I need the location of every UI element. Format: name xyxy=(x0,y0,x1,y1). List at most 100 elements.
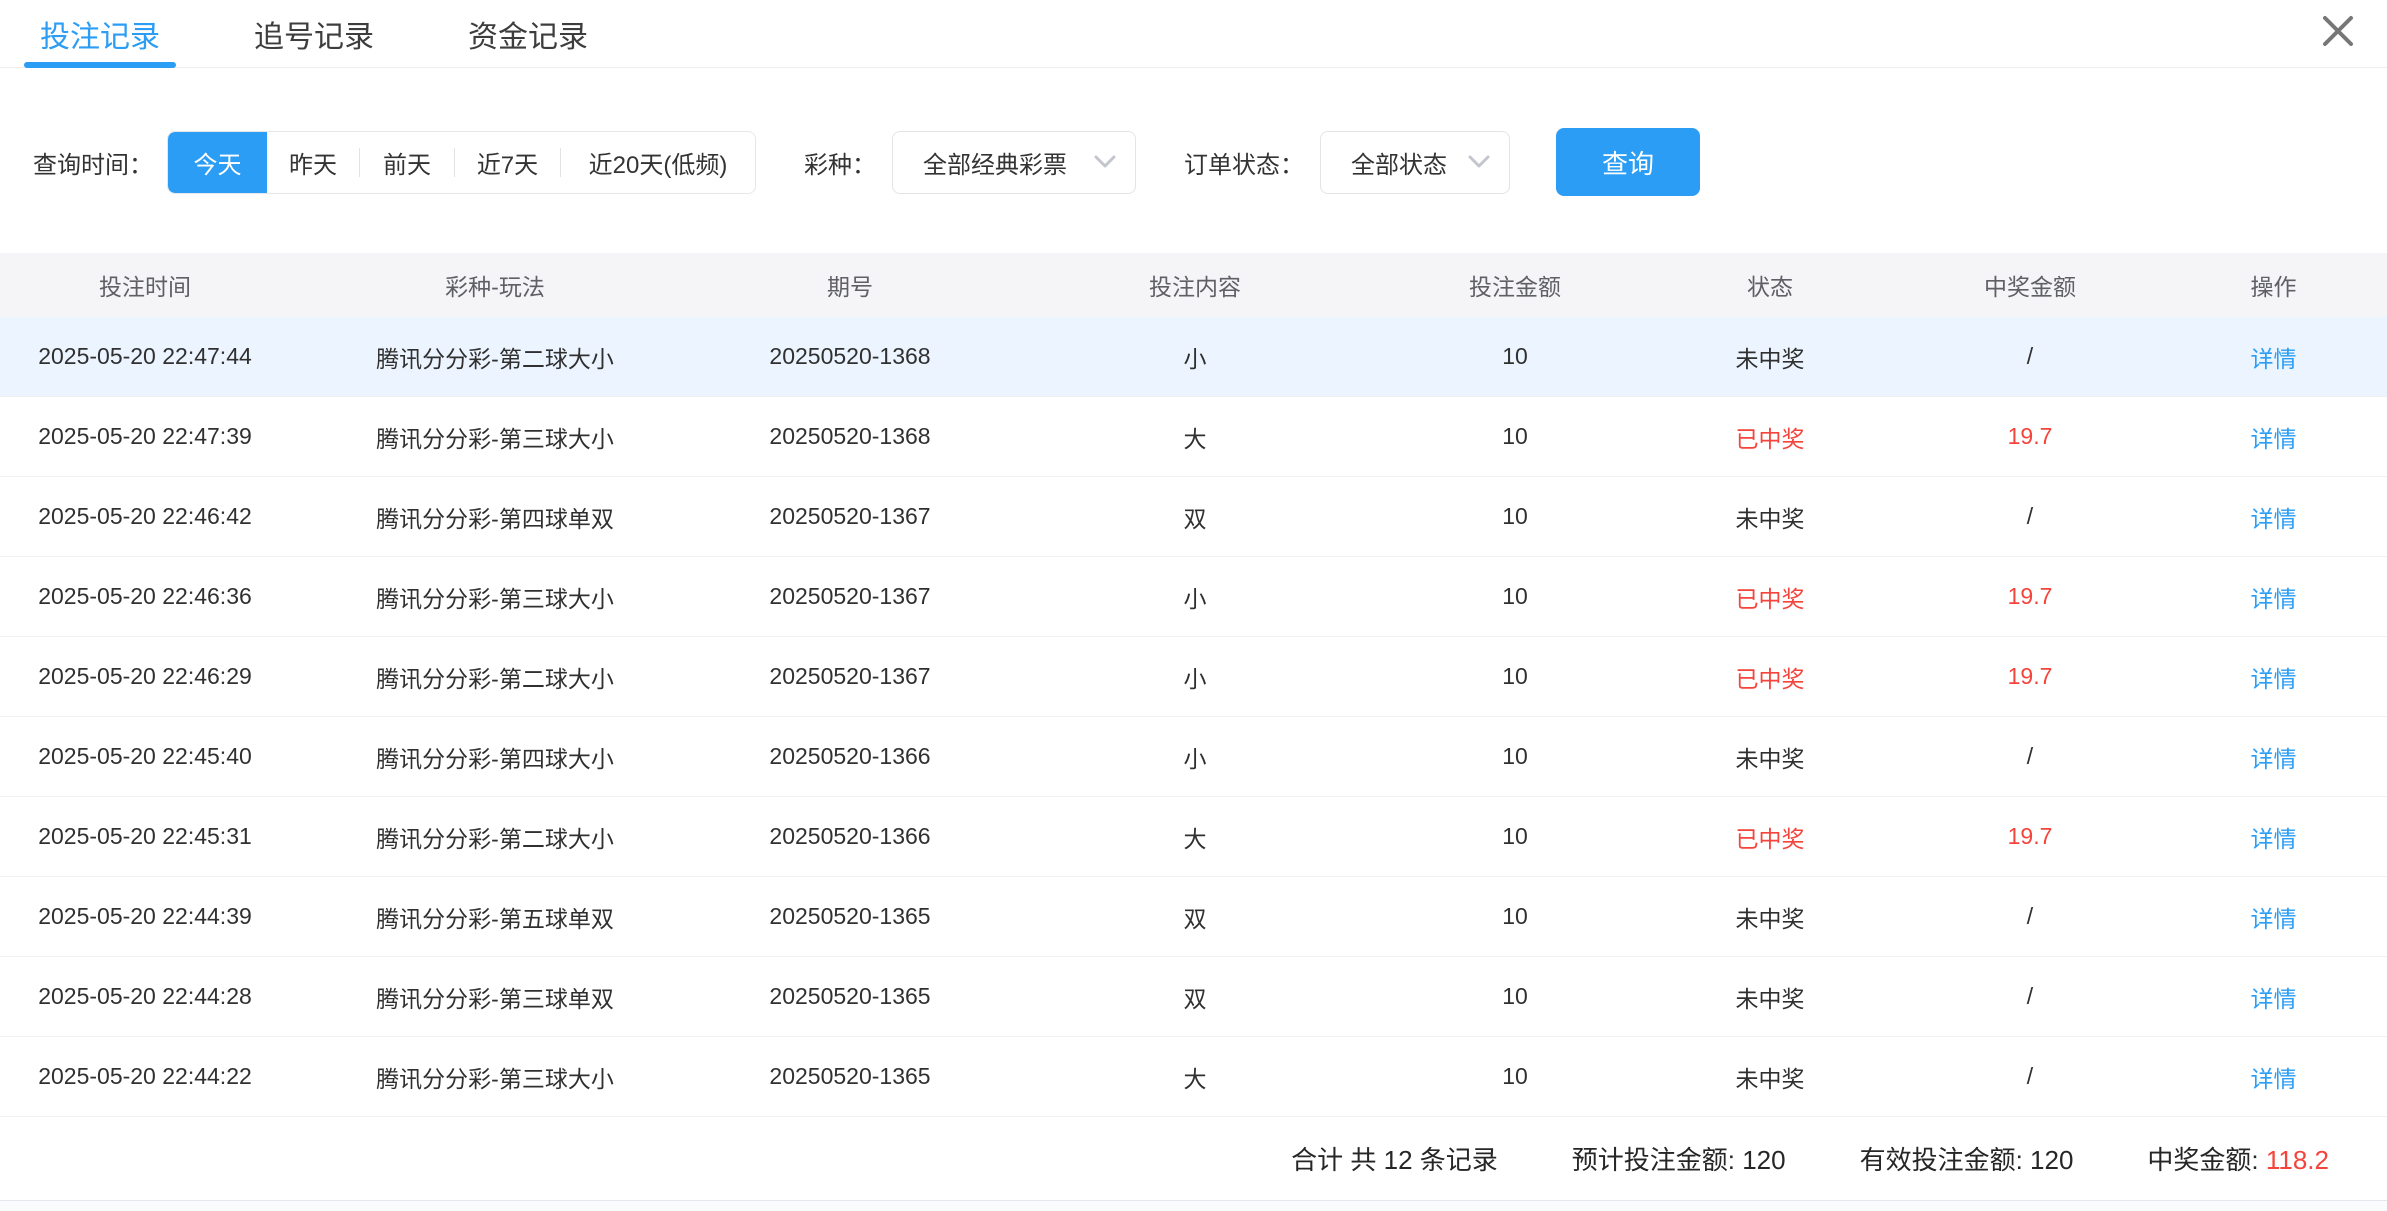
tab-chase-records[interactable]: 追号记录 xyxy=(252,0,376,68)
detail-link[interactable]: 详情 xyxy=(2251,580,2297,614)
active-tab-underline xyxy=(24,62,176,68)
cell-action: 详情 xyxy=(2160,477,2387,556)
cell-prize-amount: / xyxy=(1900,957,2160,1036)
cell-lottery-play: 腾讯分分彩-第二球大小 xyxy=(290,797,700,876)
cell-bet-time: 2025-05-20 22:44:22 xyxy=(0,1037,290,1116)
cell-lottery-play: 腾讯分分彩-第四球单双 xyxy=(290,477,700,556)
detail-link[interactable]: 详情 xyxy=(2251,660,2297,694)
cell-bet-content: 小 xyxy=(1000,317,1390,396)
table-row: 2025-05-20 22:45:40腾讯分分彩-第四球大小20250520-1… xyxy=(0,717,2387,797)
cell-bet-amount: 10 xyxy=(1390,557,1640,636)
time-filter-label: 查询时间： xyxy=(33,145,153,180)
cell-lottery-play: 腾讯分分彩-第三球大小 xyxy=(290,397,700,476)
cell-bet-content: 小 xyxy=(1000,637,1390,716)
cell-bet-content: 小 xyxy=(1000,557,1390,636)
order-status-filter-label: 订单状态： xyxy=(1184,145,1304,180)
cell-action: 详情 xyxy=(2160,397,2387,476)
cell-lottery-play: 腾讯分分彩-第五球单双 xyxy=(290,877,700,956)
cell-prize-amount: 19.7 xyxy=(1900,557,2160,636)
cell-status: 已中奖 xyxy=(1640,397,1900,476)
cell-status: 未中奖 xyxy=(1640,717,1900,796)
cell-prize-amount: 19.7 xyxy=(1900,797,2160,876)
cell-lottery-play: 腾讯分分彩-第三球大小 xyxy=(290,557,700,636)
cell-bet-content: 小 xyxy=(1000,717,1390,796)
cell-bet-time: 2025-05-20 22:47:44 xyxy=(0,317,290,396)
cell-issue: 20250520-1367 xyxy=(700,557,1000,636)
cell-issue: 20250520-1365 xyxy=(700,957,1000,1036)
lottery-select-value: 全部经典彩票 xyxy=(923,145,1067,180)
cell-issue: 20250520-1366 xyxy=(700,717,1000,796)
summary-prize-label: 中奖金额: xyxy=(2147,1145,2265,1175)
detail-link[interactable]: 详情 xyxy=(2251,500,2297,534)
cell-status: 未中奖 xyxy=(1640,877,1900,956)
cell-status: 未中奖 xyxy=(1640,1037,1900,1116)
time-option-last-20-days[interactable]: 近20天(低频) xyxy=(561,132,755,193)
cell-action: 详情 xyxy=(2160,637,2387,716)
cell-status: 已中奖 xyxy=(1640,797,1900,876)
detail-link[interactable]: 详情 xyxy=(2251,900,2297,934)
summary-bar: 合计 共 12 条记录 预计投注金额: 120 有效投注金额: 120 中奖金额… xyxy=(0,1117,2387,1200)
time-option-yesterday[interactable]: 昨天 xyxy=(267,132,359,193)
cell-status: 已中奖 xyxy=(1640,557,1900,636)
cell-bet-amount: 10 xyxy=(1390,957,1640,1036)
detail-link[interactable]: 详情 xyxy=(2251,820,2297,854)
time-option-day-before[interactable]: 前天 xyxy=(360,132,454,193)
cell-bet-time: 2025-05-20 22:44:28 xyxy=(0,957,290,1036)
detail-link[interactable]: 详情 xyxy=(2251,1060,2297,1094)
cell-action: 详情 xyxy=(2160,957,2387,1036)
header-bet-content: 投注内容 xyxy=(1000,253,1390,317)
query-button[interactable]: 查询 xyxy=(1556,128,1700,196)
cell-prize-amount: / xyxy=(1900,477,2160,556)
table-row: 2025-05-20 22:44:39腾讯分分彩-第五球单双20250520-1… xyxy=(0,877,2387,957)
cell-bet-amount: 10 xyxy=(1390,477,1640,556)
header-actions: 操作 xyxy=(2160,253,2387,317)
table-row: 2025-05-20 22:44:22腾讯分分彩-第三球大小20250520-1… xyxy=(0,1037,2387,1117)
table-body: 2025-05-20 22:47:44腾讯分分彩-第二球大小20250520-1… xyxy=(0,317,2387,1117)
close-button[interactable] xyxy=(2317,10,2359,52)
cell-bet-time: 2025-05-20 22:45:31 xyxy=(0,797,290,876)
tab-fund-records[interactable]: 资金记录 xyxy=(466,0,590,68)
order-status-select[interactable]: 全部状态 xyxy=(1320,131,1510,194)
cell-status: 未中奖 xyxy=(1640,317,1900,396)
detail-link[interactable]: 详情 xyxy=(2251,740,2297,774)
lottery-select[interactable]: 全部经典彩票 xyxy=(892,131,1136,194)
table-row: 2025-05-20 22:47:39腾讯分分彩-第三球大小20250520-1… xyxy=(0,397,2387,477)
chevron-down-icon xyxy=(1467,154,1491,170)
time-option-last-7-days[interactable]: 近7天 xyxy=(455,132,560,193)
header-status: 状态 xyxy=(1640,253,1900,317)
cell-bet-amount: 10 xyxy=(1390,317,1640,396)
table-row: 2025-05-20 22:46:42腾讯分分彩-第四球单双20250520-1… xyxy=(0,477,2387,557)
cell-action: 详情 xyxy=(2160,557,2387,636)
cell-action: 详情 xyxy=(2160,717,2387,796)
detail-link[interactable]: 详情 xyxy=(2251,340,2297,374)
cell-bet-time: 2025-05-20 22:45:40 xyxy=(0,717,290,796)
header-bet-time: 投注时间 xyxy=(0,253,290,317)
cell-bet-amount: 10 xyxy=(1390,797,1640,876)
cell-action: 详情 xyxy=(2160,797,2387,876)
time-option-today[interactable]: 今天 xyxy=(168,132,267,193)
cell-bet-content: 双 xyxy=(1000,877,1390,956)
cell-prize-amount: / xyxy=(1900,1037,2160,1116)
table-row: 2025-05-20 22:47:44腾讯分分彩-第二球大小20250520-1… xyxy=(0,317,2387,397)
cell-bet-time: 2025-05-20 22:47:39 xyxy=(0,397,290,476)
tab-label: 投注记录 xyxy=(40,12,160,56)
cell-bet-amount: 10 xyxy=(1390,877,1640,956)
time-range-segmented-control: 今天 昨天 前天 近7天 近20天(低频) xyxy=(167,131,756,194)
bottom-divider xyxy=(0,1200,2387,1211)
cell-prize-amount: / xyxy=(1900,877,2160,956)
summary-valid-bet-amount: 有效投注金额: 120 xyxy=(1860,1140,2074,1177)
lottery-filter-label: 彩种： xyxy=(804,145,876,180)
cell-bet-amount: 10 xyxy=(1390,397,1640,476)
cell-bet-amount: 10 xyxy=(1390,717,1640,796)
table-row: 2025-05-20 22:46:36腾讯分分彩-第三球大小20250520-1… xyxy=(0,557,2387,637)
tab-bet-records[interactable]: 投注记录 xyxy=(38,0,162,68)
cell-prize-amount: 19.7 xyxy=(1900,637,2160,716)
cell-lottery-play: 腾讯分分彩-第二球大小 xyxy=(290,637,700,716)
cell-issue: 20250520-1368 xyxy=(700,397,1000,476)
detail-link[interactable]: 详情 xyxy=(2251,420,2297,454)
cell-issue: 20250520-1367 xyxy=(700,477,1000,556)
cell-bet-amount: 10 xyxy=(1390,1037,1640,1116)
cell-bet-time: 2025-05-20 22:46:36 xyxy=(0,557,290,636)
detail-link[interactable]: 详情 xyxy=(2251,980,2297,1014)
cell-lottery-play: 腾讯分分彩-第四球大小 xyxy=(290,717,700,796)
